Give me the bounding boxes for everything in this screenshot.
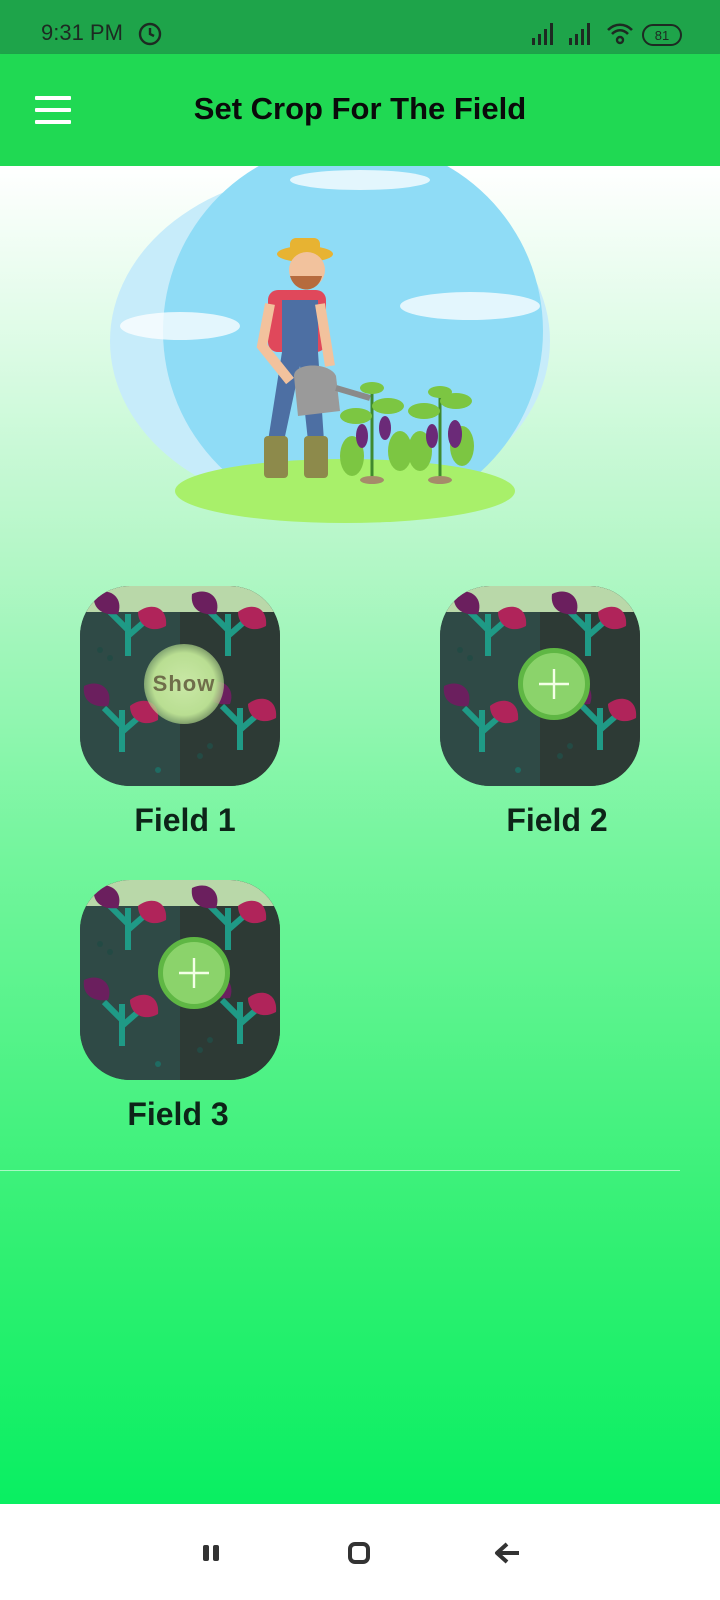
field-2-label: Field 2 — [506, 802, 608, 838]
signal-icon — [532, 23, 553, 45]
divider — [0, 1170, 680, 1171]
status-bar: 9:31 PM 81 — [0, 0, 720, 54]
wifi-icon — [607, 23, 633, 45]
recents-icon[interactable] — [196, 1538, 226, 1568]
page-title: Set Crop For The Field — [193, 91, 527, 126]
field-1-label: Field 1 — [134, 802, 236, 838]
home-icon[interactable] — [344, 1538, 374, 1568]
plus-icon — [539, 669, 569, 699]
system-nav-bar — [0, 1504, 720, 1600]
plus-icon — [179, 958, 209, 988]
content-area: Show Field 1 Field 2 Field 3 — [0, 166, 720, 1504]
battery-icon: 81 — [642, 24, 682, 46]
app-bar: Set Crop For The Field — [0, 54, 720, 166]
farmer-illustration — [110, 166, 550, 523]
back-icon[interactable] — [492, 1538, 522, 1568]
clock-icon — [138, 22, 162, 46]
field-3-label: Field 3 — [127, 1096, 229, 1132]
field-2-add-button[interactable] — [518, 648, 590, 720]
field-1-show-button[interactable]: Show — [144, 644, 224, 724]
field-3-add-button[interactable] — [158, 937, 230, 1009]
signal-icon — [569, 23, 590, 45]
status-time: 9:31 PM — [41, 20, 123, 45]
